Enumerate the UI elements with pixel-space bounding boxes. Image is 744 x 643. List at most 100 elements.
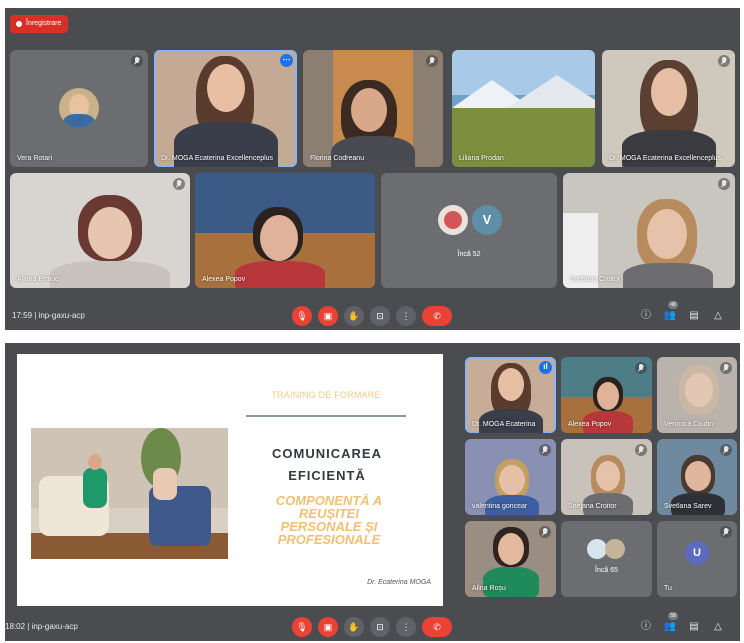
others-tile[interactable]: V Încă 52 (381, 173, 557, 288)
more-options-icon[interactable]: ⋯ (280, 54, 293, 67)
meeting-clock: 17:59 | inp-gaxu-acp (12, 311, 85, 320)
speaking-icon: ıl (539, 361, 552, 374)
info-icon[interactable]: ⓘ (638, 308, 654, 324)
participant-tile[interactable]: Aliona Ermuc (10, 173, 190, 288)
raise-hand-icon[interactable]: ✋ (344, 617, 364, 637)
participant-name: Snejana Croitor (568, 503, 617, 510)
person-face (597, 382, 619, 410)
person-face (685, 373, 713, 407)
participant-tile[interactable]: Alexea Popov (561, 357, 652, 433)
more-options-icon[interactable]: ⋮ (396, 617, 416, 637)
participant-name: Tu (664, 585, 672, 592)
participant-tile[interactable]: Svetlana Sarev (657, 439, 737, 515)
mic-muted-icon (635, 362, 647, 374)
chat-icon[interactable]: ▤ (686, 308, 702, 324)
activities-icon[interactable]: △ (710, 308, 726, 324)
others-count-label: Încă 52 (457, 251, 481, 258)
end-call-icon[interactable]: ✆ (422, 306, 452, 326)
meeting-screenshot-bottom: TRAINING DE FORMARE COMUNICAREA EFICIENT… (5, 343, 740, 641)
person-face (498, 533, 524, 565)
mic-muted-icon (718, 55, 730, 67)
mic-muted-icon (173, 178, 185, 190)
mic-muted-icon (131, 55, 143, 67)
info-icon[interactable]: ⓘ (638, 619, 654, 635)
others-tile[interactable]: Încă 65 (561, 521, 652, 597)
participant-tile[interactable]: Vera Rotari (10, 50, 148, 167)
present-icon[interactable]: ⊡ (370, 306, 390, 326)
participant-tile[interactable]: Florina Codreanu (303, 50, 443, 167)
participant-name: Alina Roșu (472, 585, 506, 592)
side-panel-icons: ⓘ 👥 58 ▤ △ (620, 612, 730, 637)
self-tile[interactable]: U Tu (657, 521, 737, 597)
camera-off-icon[interactable]: ▣ (318, 306, 338, 326)
avatar (59, 88, 99, 128)
person-face (207, 64, 245, 112)
people-icon[interactable]: 👥 58 (662, 612, 678, 635)
participant-tile[interactable]: valentina goncear (465, 439, 556, 515)
mic-muted-icon (539, 444, 551, 456)
participant-name: Vera Rotari (17, 155, 53, 162)
participant-tile[interactable]: Veronica Ciudin (657, 357, 737, 433)
avatar (438, 205, 468, 235)
participant-name: Dr. MOGA Ecaterina Excellenceplus (609, 155, 722, 162)
participant-name: valentina goncear (472, 503, 528, 510)
person-body (623, 263, 713, 288)
participant-tile[interactable]: Snejana Croitor (561, 439, 652, 515)
person-face (651, 68, 687, 116)
chat-icon[interactable]: ▤ (686, 619, 702, 635)
participant-name: Alexea Popov (202, 276, 246, 283)
participant-tile[interactable]: ıl Dr. MOGA Ecaterina (465, 357, 556, 433)
meeting-clock: 18:02 | inp-gaxu-acp (5, 622, 78, 631)
meeting-code: inp-gaxu-acp (31, 622, 78, 631)
participant-name: Svetlana Croitor (570, 276, 621, 283)
mic-muted-icon (720, 526, 732, 538)
participants-count-badge: 58 (668, 612, 678, 620)
person-face (260, 215, 298, 261)
avatar (605, 539, 625, 559)
people-icon[interactable]: 👥 48 (662, 301, 678, 324)
end-call-icon[interactable]: ✆ (422, 617, 452, 637)
participant-name: Veronica Ciudin (664, 421, 714, 428)
mountain (507, 75, 595, 108)
activities-icon[interactable]: △ (710, 619, 726, 635)
meeting-controls-bar: 18:02 | inp-gaxu-acp 🎙 ▣ ✋ ⊡ ⋮ ✆ ⓘ 👥 58 ▤… (5, 612, 740, 641)
participant-name: Svetlana Sarev (664, 503, 712, 510)
slide-title-line2: EFICIENTĂ (288, 468, 366, 483)
participant-name: Alexea Popov (568, 421, 612, 428)
avatar: U (685, 541, 709, 565)
meeting-code: inp-gaxu-acp (38, 311, 85, 320)
more-options-icon[interactable]: ⋮ (396, 306, 416, 326)
person-face (685, 461, 711, 491)
participant-name: Aliona Ermuc (17, 276, 59, 283)
participant-tile[interactable]: Alina Roșu (465, 521, 556, 597)
person-face (88, 207, 132, 259)
avatar: V (472, 205, 502, 235)
meeting-controls-bar: 17:59 | inp-gaxu-acp 🎙 ▣ ✋ ⊡ ⋮ ✆ ⓘ 👥 48 ▤… (5, 301, 740, 330)
mic-muted-icon (539, 526, 551, 538)
mic-muted-icon (720, 362, 732, 374)
slide-author: Dr. Ecaterina MOGA (367, 579, 431, 586)
participant-tile[interactable]: ⋯ Dr. MOGA Ecaterina Excellenceplus (154, 50, 297, 167)
participant-tile[interactable]: Svetlana Croitor (563, 173, 735, 288)
participant-name: Florina Codreanu (310, 155, 365, 162)
person-face (499, 465, 525, 495)
participant-tile[interactable]: Dr. MOGA Ecaterina Excellenceplus (602, 50, 735, 167)
person-body (235, 261, 325, 288)
mic-muted-icon (718, 178, 730, 190)
raise-hand-icon[interactable]: ✋ (344, 306, 364, 326)
recording-indicator[interactable]: Înregistrare (10, 15, 69, 33)
others-count-label: Încă 65 (595, 567, 618, 574)
mic-off-icon[interactable]: 🎙 (292, 306, 312, 326)
participant-tile[interactable]: Alexea Popov (195, 173, 375, 288)
present-icon[interactable]: ⊡ (370, 617, 390, 637)
meeting-screenshot-top: Înregistrare Vera Rotari ⋯ Dr. MOGA Ecat… (5, 8, 740, 330)
mic-off-icon[interactable]: 🎙 (292, 617, 312, 637)
slide-title-line1: COMUNICAREA (272, 446, 382, 461)
side-panel-icons: ⓘ 👥 48 ▤ △ (620, 301, 730, 326)
mic-muted-icon (635, 444, 647, 456)
slide-training-label: TRAINING DE FORMARE (271, 390, 381, 400)
camera-off-icon[interactable]: ▣ (318, 617, 338, 637)
person-face (498, 368, 524, 401)
participant-tile[interactable]: Liliana Prodan (452, 50, 595, 167)
participant-name: Dr. MOGA Ecaterina Excellenceplus (161, 155, 274, 162)
